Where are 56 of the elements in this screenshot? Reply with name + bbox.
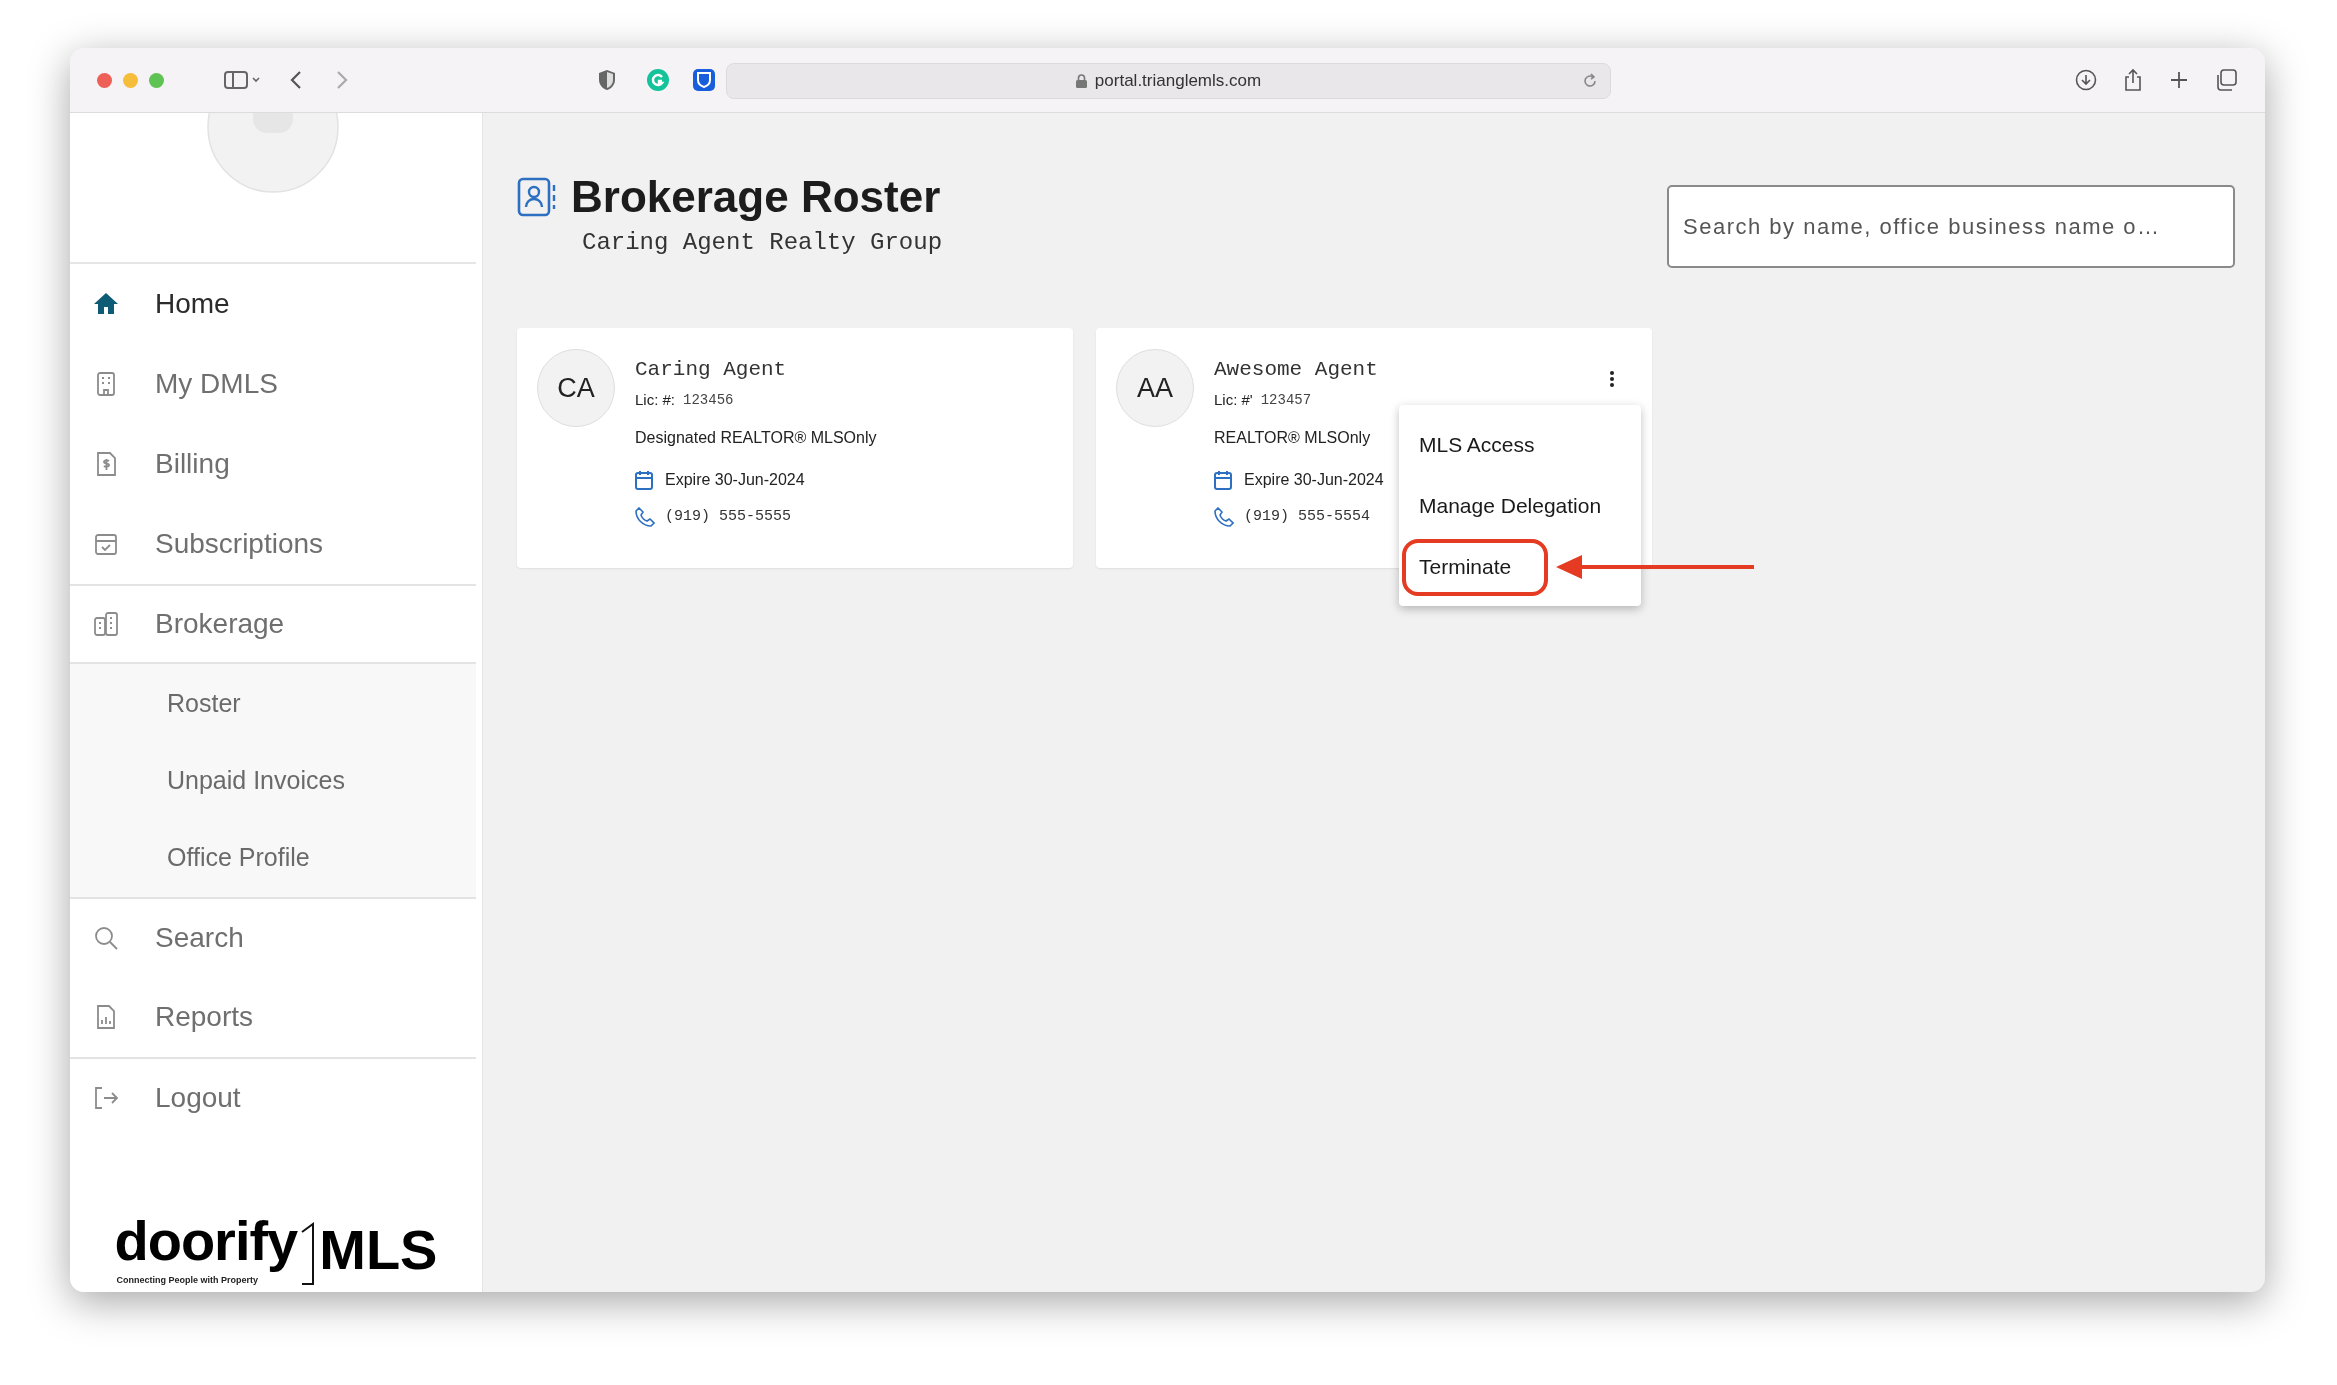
page-subtitle: Caring Agent Realty Group (582, 228, 943, 258)
search-icon (92, 924, 120, 952)
contact-book-icon (517, 177, 557, 217)
agent-name: Caring Agent (635, 357, 788, 383)
back-icon[interactable] (290, 70, 302, 90)
tabs-overview-icon[interactable] (2215, 69, 2237, 91)
agent-name: Awesome Agent (1214, 357, 1379, 383)
phone-icon (1214, 506, 1234, 527)
license-number: 123456 (683, 390, 734, 410)
sidebar-item[interactable]: Reports (70, 977, 476, 1057)
reload-icon[interactable] (1582, 73, 1598, 89)
menu-item[interactable]: Terminate (1419, 550, 1512, 583)
phone-number: (919) 555-5555 (665, 506, 792, 527)
avatar-initials: CA (537, 349, 615, 427)
menu-item[interactable]: Manage Delegation (1419, 489, 1602, 522)
more-options-icon[interactable] (1609, 370, 1615, 388)
lock-icon (1075, 74, 1087, 88)
sidebar-item[interactable]: Subscriptions (70, 504, 476, 584)
shield-icon[interactable] (598, 69, 616, 91)
new-tab-icon[interactable] (2169, 70, 2189, 90)
phone-number: (919) 555-5554 (1244, 506, 1371, 527)
door-icon (301, 1222, 316, 1286)
logo-tagline-text: Connecting People with Property (115, 1274, 258, 1286)
sidebar-item[interactable]: Search (70, 897, 476, 977)
phone-icon (635, 506, 655, 527)
address-bar[interactable]: portal.trianglemls.com (726, 63, 1611, 99)
expire-date: Expire 30-Jun-2024 (665, 469, 805, 490)
logo-product-text: MLS (319, 1222, 438, 1278)
sidebar-item[interactable]: Billing (70, 424, 476, 504)
page-title: Brokerage Roster (571, 171, 941, 223)
avatar-initials: AA (1116, 349, 1194, 427)
expire-date: Expire 30-Jun-2024 (1244, 469, 1384, 490)
search-field[interactable]: Search by name, office business name o… (1667, 185, 2235, 268)
sidebar-subitem[interactable]: Roster (70, 665, 476, 742)
password-manager-icon[interactable] (692, 68, 716, 92)
agent-role: REALTOR® MLSOnly (1214, 427, 1372, 448)
license-label: Lic: #: (635, 390, 676, 410)
sidebar-toggle-icon[interactable] (224, 70, 260, 90)
sidebar-item[interactable]: Logout (70, 1057, 476, 1137)
calendar-icon (635, 469, 653, 490)
license-number: 123457 (1260, 390, 1312, 410)
logo-brand-text: doorify (114, 1208, 298, 1274)
sidebar-item[interactable]: My DMLS (70, 344, 476, 424)
license-label: Lic: #' (1214, 390, 1253, 410)
close-window-button[interactable] (97, 72, 112, 88)
url-text: portal.trianglemls.com (1094, 70, 1262, 93)
logout-icon (92, 1084, 120, 1112)
menu-item[interactable]: MLS Access (1419, 428, 1535, 461)
sidebar-item[interactable]: Home (70, 264, 476, 344)
buildings-icon (92, 610, 120, 638)
sidebar-subitem[interactable]: Unpaid Invoices (70, 742, 476, 819)
sidebar-subitem[interactable]: Office Profile (70, 819, 476, 896)
agent-role: Designated REALTOR® MLSOnly (635, 427, 877, 448)
download-icon[interactable] (2075, 69, 2097, 91)
calendar-icon (1214, 469, 1232, 490)
share-icon[interactable] (2123, 68, 2143, 92)
